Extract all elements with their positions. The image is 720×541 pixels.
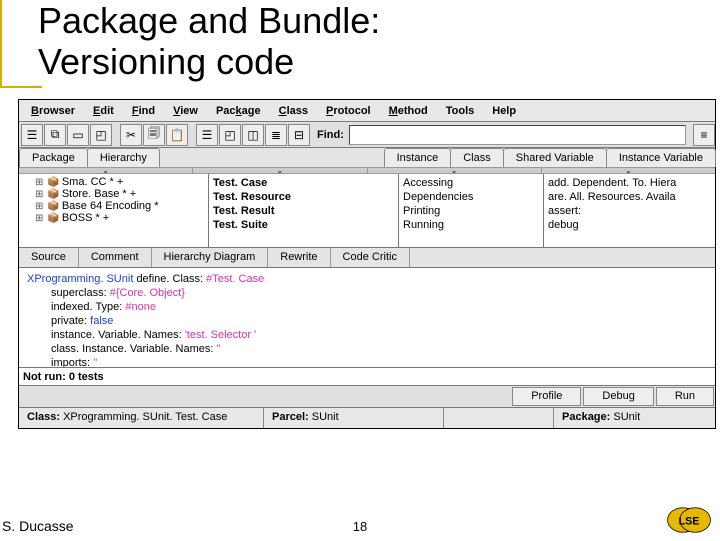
list-item[interactable]: Printing xyxy=(403,204,539,218)
tab-rewrite[interactable]: Rewrite xyxy=(268,248,330,267)
menu-class[interactable]: Class xyxy=(271,103,316,119)
menu-protocol[interactable]: Protocol xyxy=(318,103,379,119)
toolbar-btn-8[interactable]: ☰ xyxy=(196,124,218,146)
protocol-pane[interactable]: Accessing Dependencies Printing Running xyxy=(399,174,544,247)
menu-method[interactable]: Method xyxy=(381,103,436,119)
list-item[interactable]: Test. Suite xyxy=(213,218,394,232)
action-row: Profile Debug Run xyxy=(19,386,715,408)
ide-window: BBrowserrowser Edit Find View Package Cl… xyxy=(18,99,716,429)
toolbar-btn-12[interactable]: ⊟ xyxy=(288,124,310,146)
toolbar-btn-4[interactable]: ◰ xyxy=(90,124,112,146)
splitter-handle[interactable]: ⌄ xyxy=(542,168,715,173)
list-item[interactable]: Accessing xyxy=(403,176,539,190)
menu-tools[interactable]: Tools xyxy=(438,103,483,119)
browser-panes: 📦Sma. CC * + 📦Store. Base * + 📦Base 64 E… xyxy=(19,174,715,248)
tab-package[interactable]: Package xyxy=(19,148,88,167)
run-button[interactable]: Run xyxy=(656,387,714,406)
list-item[interactable]: add. Dependent. To. Hiera xyxy=(548,176,711,190)
list-item[interactable]: assert: xyxy=(548,204,711,218)
list-item[interactable]: 📦Sma. CC * + xyxy=(35,176,204,188)
footer-class: Class: XProgramming. SUnit. Test. Case xyxy=(19,408,264,428)
list-item[interactable]: Running xyxy=(403,218,539,232)
toolbar-btn-11[interactable]: ≣ xyxy=(265,124,287,146)
tab-instance-variable[interactable]: Instance Variable xyxy=(606,148,716,167)
tab-comment[interactable]: Comment xyxy=(79,248,152,267)
splitter-handle[interactable]: ⌄ xyxy=(19,168,193,173)
list-item[interactable]: are. All. Resources. Availa xyxy=(548,190,711,204)
tab-hierarchy[interactable]: Hierarchy xyxy=(87,148,160,167)
tab-source[interactable]: Source xyxy=(19,248,79,267)
code-tabs: Source Comment Hierarchy Diagram Rewrite… xyxy=(19,248,715,268)
menu-help[interactable]: Help xyxy=(484,103,524,119)
list-item[interactable]: Test. Result xyxy=(213,204,394,218)
toolbar-btn-3[interactable]: ▭ xyxy=(67,124,89,146)
footer-parcel: Parcel: SUnit xyxy=(264,408,444,428)
footer-bar: Class: XProgramming. SUnit. Test. Case P… xyxy=(19,408,715,428)
find-label: Find: xyxy=(317,129,344,141)
list-item[interactable]: Test. Case xyxy=(213,176,394,190)
source-pane[interactable]: XProgramming. SUnit define. Class: #Test… xyxy=(19,268,715,368)
method-pane[interactable]: add. Dependent. To. Hiera are. All. Reso… xyxy=(544,174,715,247)
footer-spacer xyxy=(444,408,554,428)
toolbar-btn-9[interactable]: ◰ xyxy=(219,124,241,146)
test-status: Not run: 0 tests xyxy=(19,368,715,386)
tab-code-critic[interactable]: Code Critic xyxy=(331,248,410,267)
tab-class[interactable]: Class xyxy=(450,148,504,167)
menu-find[interactable]: Find xyxy=(124,103,163,119)
author-label: S. Ducasse xyxy=(2,518,74,534)
splitter-handle[interactable]: ⌄ xyxy=(368,168,542,173)
svg-text:LSE: LSE xyxy=(679,516,700,528)
toolbar: ☰ ⧉ ▭ ◰ ✂ 🗐 📋 ☰ ◰ ◫ ≣ ⊟ Find: ≡ xyxy=(19,122,715,148)
list-item[interactable]: 📦BOSS * + xyxy=(35,212,204,224)
toolbar-paste-icon[interactable]: 📋 xyxy=(166,124,188,146)
footer-package: Package: SUnit xyxy=(554,408,715,428)
class-pane[interactable]: Test. Case Test. Resource Test. Result T… xyxy=(209,174,399,247)
toolbar-cut-icon[interactable]: ✂ xyxy=(120,124,142,146)
toolbar-copy-icon[interactable]: 🗐 xyxy=(143,124,165,146)
lse-logo: LSE xyxy=(666,504,712,536)
list-item[interactable]: 📦Base 64 Encoding * xyxy=(35,200,204,212)
menu-browser[interactable]: BBrowserrowser xyxy=(23,103,83,119)
menu-package[interactable]: Package xyxy=(208,103,269,119)
list-item[interactable]: Test. Resource xyxy=(213,190,394,204)
toolbar-btn-1[interactable]: ☰ xyxy=(21,124,43,146)
list-item[interactable]: Dependencies xyxy=(403,190,539,204)
debug-button[interactable]: Debug xyxy=(583,387,653,406)
tab-instance[interactable]: Instance xyxy=(384,148,452,167)
toolbar-btn-2[interactable]: ⧉ xyxy=(44,124,66,146)
toolbar-history-icon[interactable]: ≡ xyxy=(693,124,715,146)
splitter-handle[interactable]: ⌄ xyxy=(193,168,367,173)
category-tabs: Package Hierarchy Instance Class Shared … xyxy=(19,148,715,168)
find-input[interactable] xyxy=(349,125,686,145)
list-item[interactable]: 📦Store. Base * + xyxy=(35,188,204,200)
package-pane[interactable]: 📦Sma. CC * + 📦Store. Base * + 📦Base 64 E… xyxy=(19,174,209,247)
menu-bar: BBrowserrowser Edit Find View Package Cl… xyxy=(19,100,715,122)
list-item[interactable]: debug xyxy=(548,218,711,232)
tab-shared-variable[interactable]: Shared Variable xyxy=(503,148,607,167)
menu-edit[interactable]: Edit xyxy=(85,103,122,119)
profile-button[interactable]: Profile xyxy=(512,387,581,406)
slide-title-line1: Package and Bundle: xyxy=(38,0,380,41)
tab-hierarchy-diagram[interactable]: Hierarchy Diagram xyxy=(152,248,269,267)
menu-view[interactable]: View xyxy=(165,103,206,119)
slide-title-line2: Versioning code xyxy=(38,41,380,82)
toolbar-btn-10[interactable]: ◫ xyxy=(242,124,264,146)
page-number: 18 xyxy=(353,519,367,534)
